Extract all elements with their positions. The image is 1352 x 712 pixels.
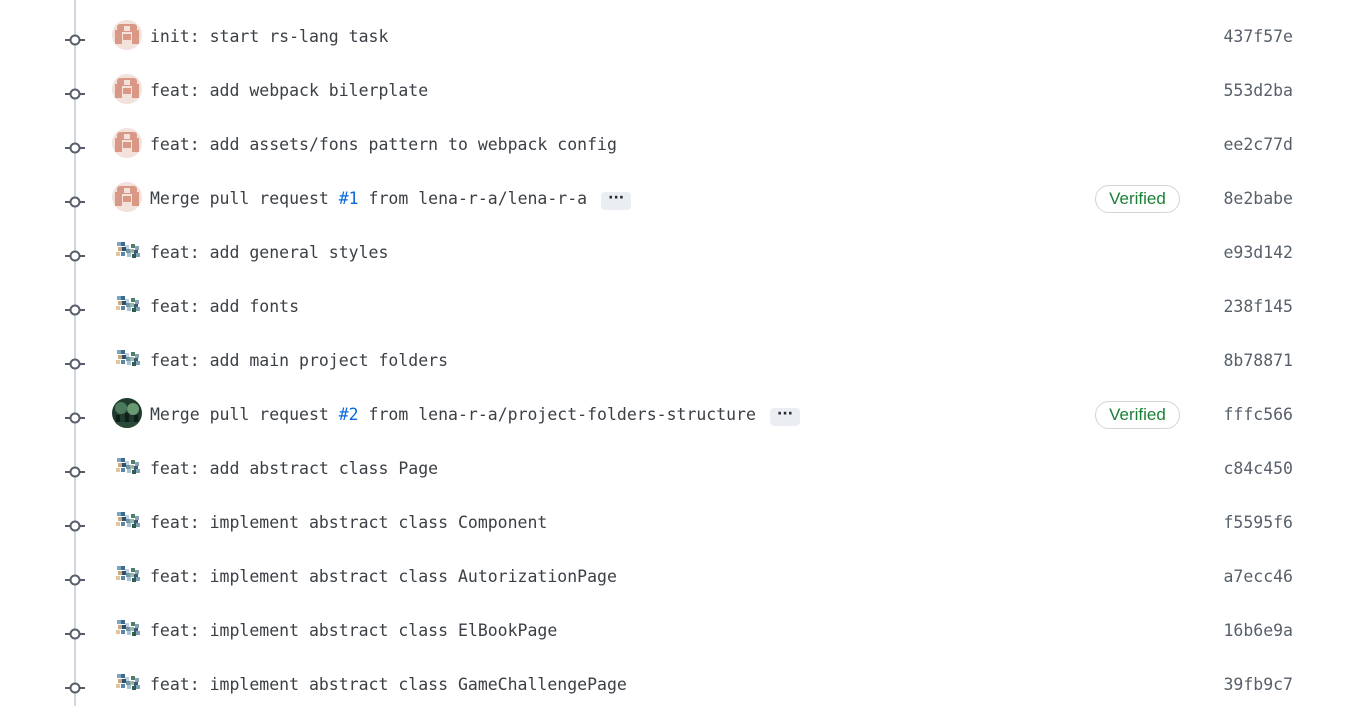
pixel-avatar[interactable]	[112, 344, 142, 374]
commit-message-link[interactable]: feat: implement abstract class Autorizat…	[150, 566, 617, 588]
commit-row[interactable]: feat: add webpack bilerplate 553d2ba	[0, 64, 1352, 118]
commit-message-link[interactable]: feat: implement abstract class GameChall…	[150, 674, 627, 696]
commit-message-link[interactable]: feat: add assets/fons pattern to webpack…	[150, 134, 617, 156]
commit-sha-link[interactable]: 553d2ba	[1223, 80, 1293, 102]
pull-request-link[interactable]: #2	[339, 405, 359, 424]
commit-dot-icon	[65, 193, 85, 208]
commit-message-text: feat: add fonts	[150, 297, 300, 316]
commit-message-branch-text: from lena-r-a/lena-r-a	[358, 189, 588, 208]
commit-dot-icon	[65, 139, 85, 154]
identicon-avatar[interactable]	[112, 128, 142, 158]
commit-message-link[interactable]: feat: add main project folders	[150, 350, 448, 372]
commit-row[interactable]: feat: implement abstract class Component…	[0, 496, 1352, 550]
pixel-avatar[interactable]	[112, 668, 142, 698]
commit-message-text: feat: implement abstract class Autorizat…	[150, 567, 617, 586]
commit-dot-icon	[65, 571, 85, 586]
commit-message-text: feat: add assets/fons pattern to webpack…	[150, 135, 617, 154]
commit-message-text: feat: implement abstract class Component	[150, 513, 548, 532]
commit-message-link[interactable]: feat: implement abstract class ElBookPag…	[150, 620, 557, 642]
commit-row[interactable]: feat: implement abstract class Autorizat…	[0, 550, 1352, 604]
commit-sha-link[interactable]: 8b78871	[1223, 350, 1293, 372]
commit-row[interactable]: feat: add assets/fons pattern to webpack…	[0, 118, 1352, 172]
verified-badge[interactable]: Verified	[1095, 401, 1180, 429]
identicon-avatar[interactable]	[112, 20, 142, 50]
identicon-avatar[interactable]	[112, 182, 142, 212]
commit-row[interactable]: feat: add general styles e93d142	[0, 226, 1352, 280]
commit-dot-icon	[65, 517, 85, 532]
photo-avatar[interactable]	[112, 398, 142, 428]
commit-message-link[interactable]: feat: implement abstract class Component	[150, 512, 547, 534]
pixel-avatar[interactable]	[112, 236, 142, 266]
commit-dot-icon	[65, 625, 85, 640]
commit-message-text: feat: add general styles	[150, 243, 389, 262]
commit-sha-link[interactable]: 238f145	[1223, 296, 1293, 318]
commit-message-text: Merge pull request	[150, 189, 339, 208]
commit-message-link[interactable]: init: start rs-lang task	[150, 26, 388, 48]
commit-message-link[interactable]: feat: add abstract class Page	[150, 458, 438, 480]
identicon-avatar[interactable]	[112, 74, 142, 104]
commit-sha-link[interactable]: 437f57e	[1223, 26, 1293, 48]
commit-dot-icon	[65, 247, 85, 262]
commit-sha-link[interactable]: a7ecc46	[1223, 566, 1293, 588]
pixel-avatar[interactable]	[112, 614, 142, 644]
commit-dot-icon	[65, 355, 85, 370]
commit-row[interactable]: feat: implement abstract class ElBookPag…	[0, 604, 1352, 658]
commit-message-link[interactable]: feat: add general styles	[150, 242, 388, 264]
commit-sha-link[interactable]: 39fb9c7	[1223, 674, 1293, 696]
commit-row[interactable]: feat: implement abstract class GameChall…	[0, 658, 1352, 712]
verified-badge[interactable]: Verified	[1095, 185, 1180, 213]
commit-message-link[interactable]: feat: add fonts	[150, 296, 299, 318]
commit-message-branch-text: from lena-r-a/project-folders-structure	[358, 405, 756, 424]
pixel-avatar[interactable]	[112, 506, 142, 536]
expand-description-button[interactable]: ···	[601, 191, 632, 210]
commit-message-link[interactable]: Merge pull request #2 from lena-r-a/proj…	[150, 404, 800, 426]
commit-row[interactable]: init: start rs-lang task 437f57e	[0, 10, 1352, 64]
commit-row[interactable]: feat: add fonts 238f145	[0, 280, 1352, 334]
pixel-avatar[interactable]	[112, 452, 142, 482]
commit-sha-link[interactable]: c84c450	[1223, 458, 1293, 480]
commit-sha-link[interactable]: ee2c77d	[1223, 134, 1293, 156]
expand-description-button[interactable]: ···	[769, 407, 800, 426]
pixel-avatar[interactable]	[112, 290, 142, 320]
pixel-avatar[interactable]	[112, 560, 142, 590]
commit-dot-icon	[65, 679, 85, 694]
commit-dot-icon	[65, 409, 85, 424]
commit-dot-icon	[65, 463, 85, 478]
commit-message-text: feat: implement abstract class ElBookPag…	[150, 621, 558, 640]
commit-dot-icon	[65, 301, 85, 316]
commit-message-text: feat: add abstract class Page	[150, 459, 439, 478]
commit-sha-link[interactable]: 8e2babe	[1223, 188, 1293, 210]
commit-message-link[interactable]: Merge pull request #1 from lena-r-a/lena…	[150, 188, 632, 210]
commit-row[interactable]: Merge pull request #2 from lena-r-a/proj…	[0, 388, 1352, 442]
commit-message-text: feat: add main project folders	[150, 351, 449, 370]
pull-request-link[interactable]: #1	[339, 189, 359, 208]
commit-message-text: init: start rs-lang task	[150, 27, 389, 46]
commit-row[interactable]: feat: add main project folders 8b78871	[0, 334, 1352, 388]
commit-message-link[interactable]: feat: add webpack bilerplate	[150, 80, 428, 102]
commit-message-text: feat: implement abstract class GameChall…	[150, 675, 627, 694]
commit-dot-icon	[65, 85, 85, 100]
commit-row[interactable]: feat: add abstract class Page c84c450	[0, 442, 1352, 496]
commit-dot-icon	[65, 31, 85, 46]
commit-sha-link[interactable]: e93d142	[1223, 242, 1293, 264]
commit-message-text: feat: add webpack bilerplate	[150, 81, 429, 100]
commit-sha-link[interactable]: fffc566	[1223, 404, 1293, 426]
commit-sha-link[interactable]: f5595f6	[1223, 512, 1293, 534]
commit-message-text: Merge pull request	[150, 405, 339, 424]
commit-row[interactable]: Merge pull request #1 from lena-r-a/lena…	[0, 172, 1352, 226]
commit-sha-link[interactable]: 16b6e9a	[1223, 620, 1293, 642]
